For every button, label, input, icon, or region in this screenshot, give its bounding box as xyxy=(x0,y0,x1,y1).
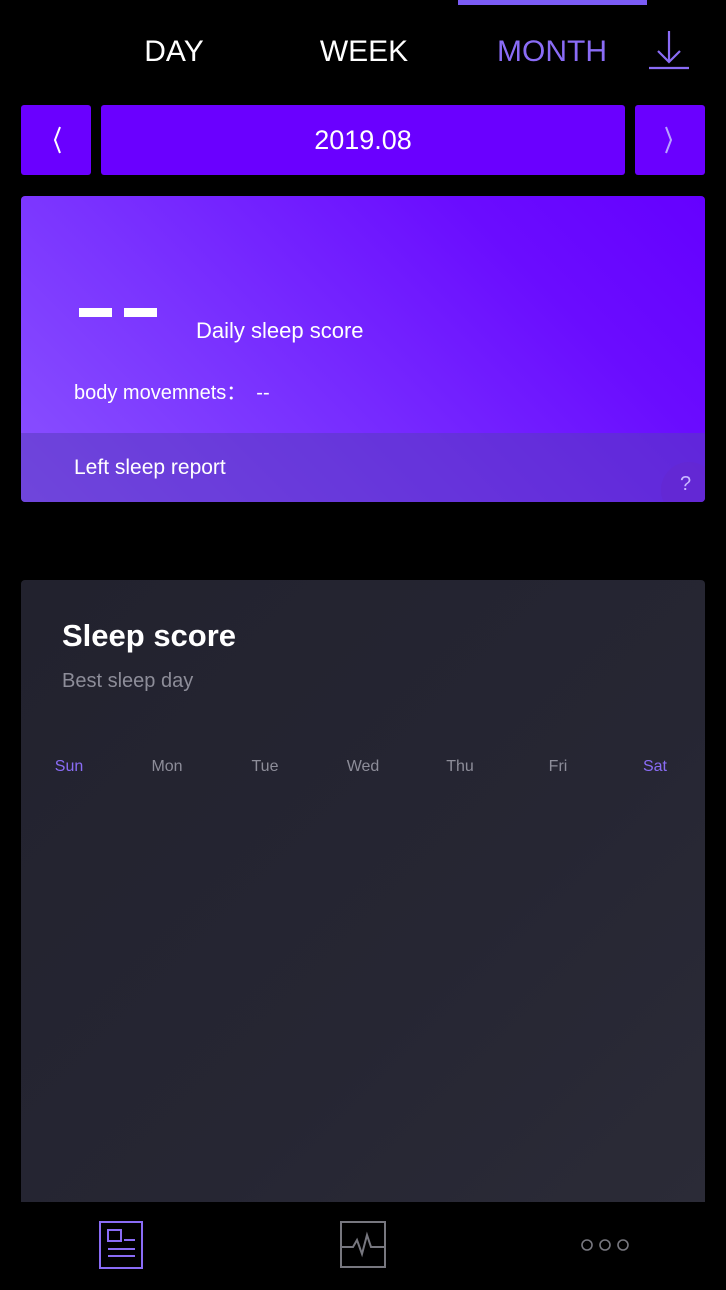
nav-report-button[interactable] xyxy=(82,1202,162,1290)
sleep-score-panel: Sleep score Best sleep day Sun Mon Tue W… xyxy=(21,580,705,1202)
download-button[interactable] xyxy=(646,28,692,74)
help-icon: ? xyxy=(680,473,692,495)
active-tab-indicator xyxy=(458,0,647,5)
previous-period-button[interactable] xyxy=(21,105,91,175)
weekday-mon: Mon xyxy=(151,758,183,775)
weekday-header: Sun Mon Tue Wed Thu Fri Sat xyxy=(21,758,705,782)
current-period-label[interactable]: 2019.08 xyxy=(101,105,625,175)
weekday-sun: Sun xyxy=(54,758,84,775)
tab-month[interactable]: MONTH xyxy=(472,28,632,76)
chevron-left-icon xyxy=(53,126,61,154)
sleep-score-title: Sleep score xyxy=(62,618,237,653)
daily-score-card: Daily sleep score body movemnets： -- Left… xyxy=(21,196,705,502)
weekday-fri: Fri xyxy=(548,758,568,775)
body-movements: body movemnets： -- xyxy=(74,376,270,405)
nav-sleep-monitor-button[interactable] xyxy=(322,1202,402,1290)
report-icon xyxy=(99,1221,143,1269)
next-period-button[interactable] xyxy=(635,105,705,175)
tab-week[interactable]: WEEK xyxy=(284,28,444,76)
tab-day[interactable]: DAY xyxy=(94,28,254,76)
period-tabs: DAY WEEK MONTH xyxy=(0,28,726,76)
weekday-wed: Wed xyxy=(346,758,380,775)
chevron-right-icon xyxy=(665,126,673,154)
weekday-sat: Sat xyxy=(642,758,667,775)
best-sleep-day-subtitle: Best sleep day xyxy=(62,670,194,692)
nav-more-button[interactable] xyxy=(564,1202,644,1290)
bottom-navigation xyxy=(0,1202,726,1290)
download-icon xyxy=(649,31,689,70)
weekday-tue: Tue xyxy=(251,758,279,775)
more-dots-icon xyxy=(581,1239,629,1251)
left-sleep-report-button[interactable]: Left sleep report xyxy=(21,433,705,502)
score-label: Daily sleep score xyxy=(196,318,364,343)
heartbeat-icon xyxy=(340,1221,386,1268)
body-movements-value: -- xyxy=(256,382,270,404)
body-movements-label: body movemnets： xyxy=(74,382,247,404)
left-sleep-report-label: Left sleep report xyxy=(74,456,226,479)
weekday-thu: Thu xyxy=(446,758,474,775)
